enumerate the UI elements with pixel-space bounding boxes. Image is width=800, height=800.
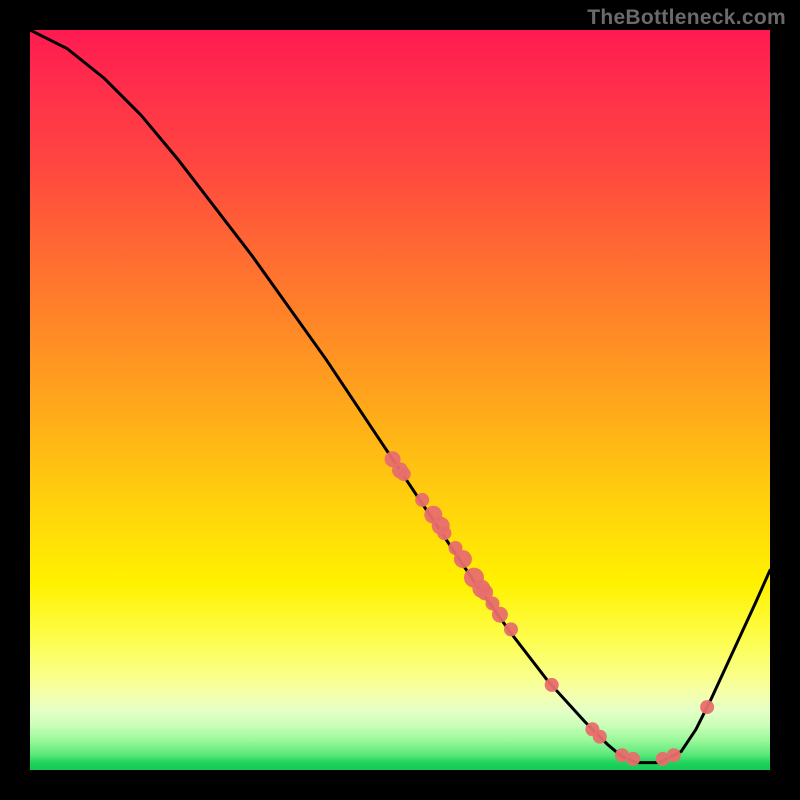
marker-dot: [415, 493, 429, 507]
plot-area: [30, 30, 770, 770]
marker-dot: [437, 526, 451, 540]
chart-svg: [30, 30, 770, 770]
marker-dot: [504, 622, 518, 636]
marker-dot: [667, 748, 681, 762]
marker-dot: [700, 700, 714, 714]
watermark-text: TheBottleneck.com: [587, 6, 786, 30]
marker-dot: [545, 678, 559, 692]
bottleneck-curve: [30, 30, 770, 763]
marker-dot: [397, 467, 411, 481]
marker-dot: [593, 730, 607, 744]
marker-dot: [492, 607, 508, 623]
marker-group: [385, 451, 714, 766]
marker-dot: [454, 550, 472, 568]
outer-frame: TheBottleneck.com: [0, 0, 800, 800]
marker-dot: [626, 752, 640, 766]
